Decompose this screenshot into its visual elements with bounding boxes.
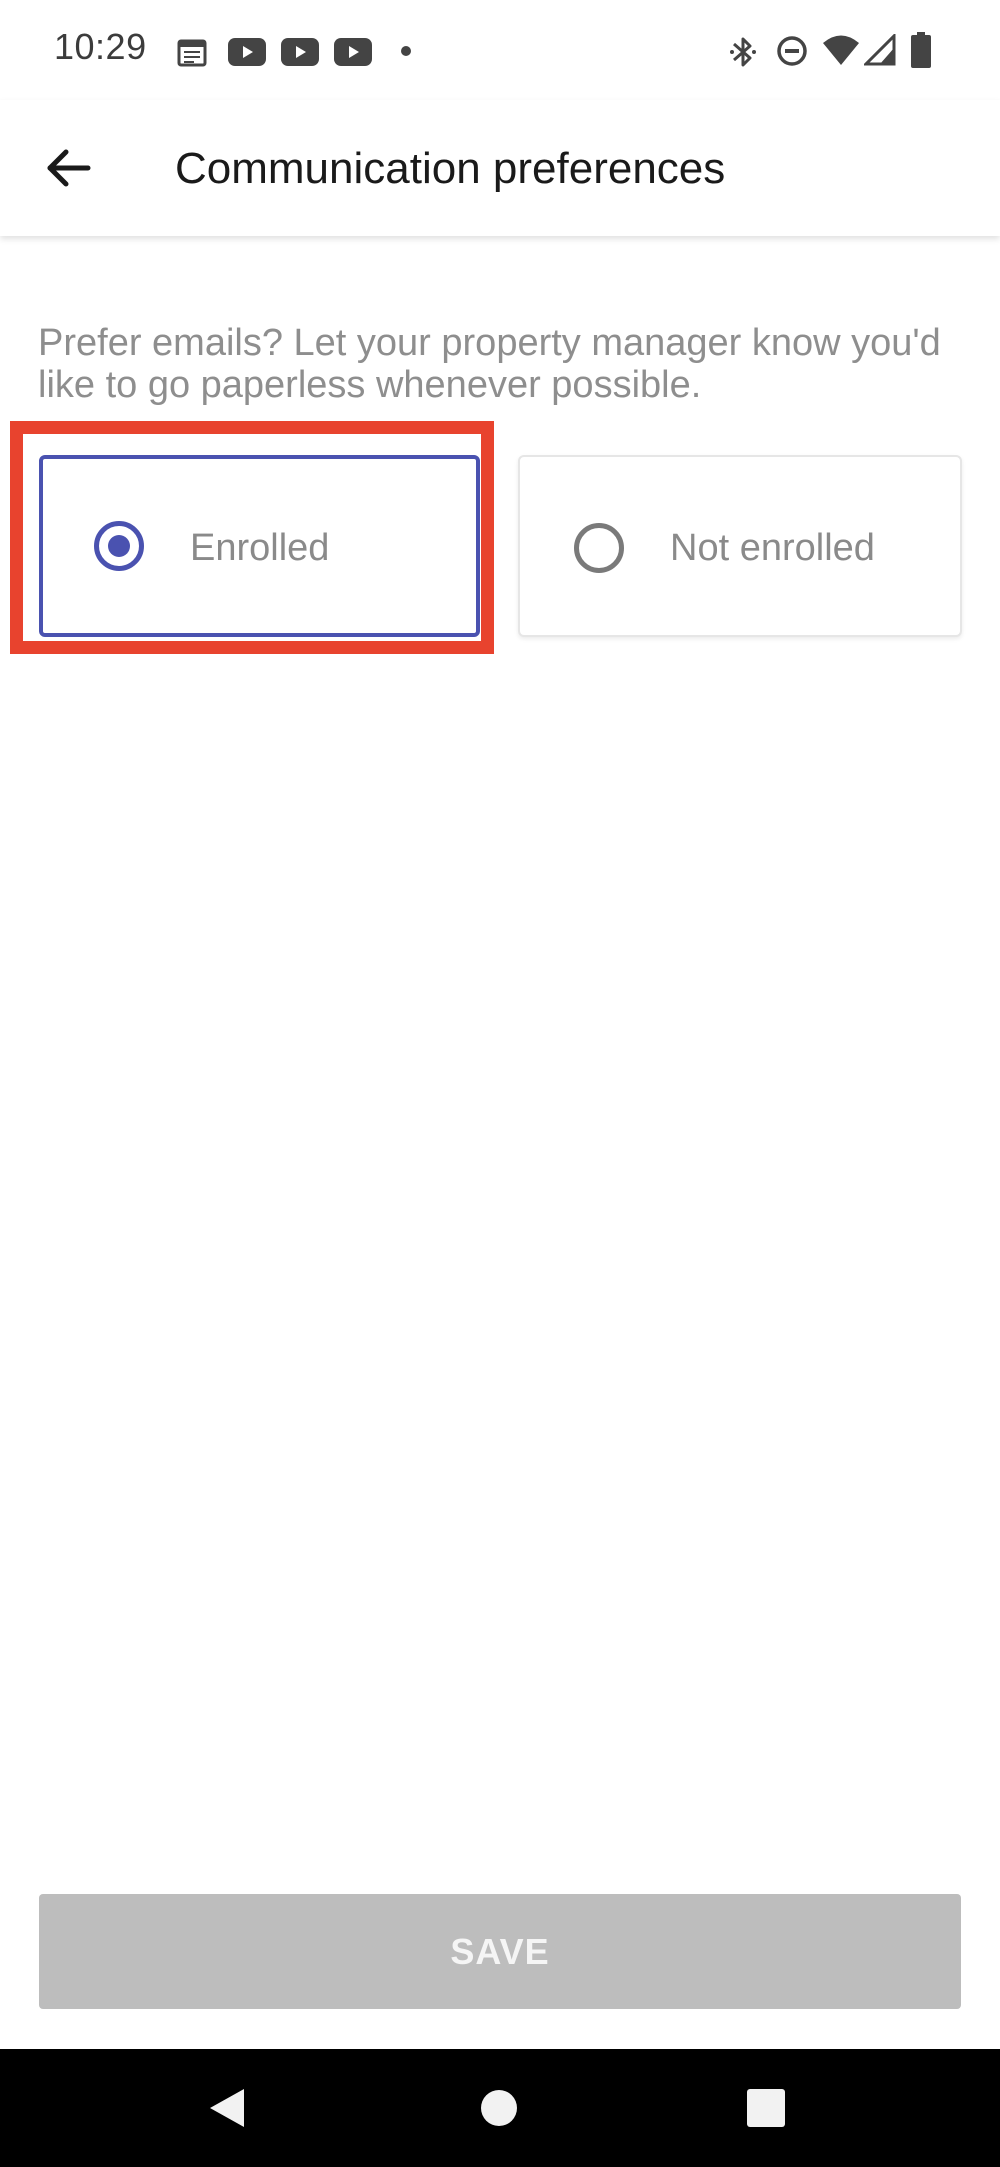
signal-icon xyxy=(864,34,896,66)
radio-selected-icon[interactable] xyxy=(94,521,144,571)
recents-square-icon[interactable] xyxy=(747,2089,785,2127)
status-time: 10:29 xyxy=(54,26,147,67)
radio-unselected-icon[interactable] xyxy=(574,523,624,573)
description-text: Prefer emails? Let your property manager… xyxy=(38,322,941,406)
wifi-icon xyxy=(823,35,859,65)
page-title: Communication preferences xyxy=(175,144,726,193)
youtube-icon xyxy=(228,38,266,66)
save-button[interactable]: SAVE xyxy=(39,1894,961,2009)
youtube-icon xyxy=(281,38,319,66)
option-label: Not enrolled xyxy=(670,527,875,569)
option-not-enrolled[interactable]: Not enrolled xyxy=(518,455,962,637)
do-not-disturb-icon xyxy=(777,36,807,66)
option-label: Enrolled xyxy=(190,527,330,569)
back-triangle-icon[interactable] xyxy=(206,2087,248,2129)
youtube-icon xyxy=(334,38,372,66)
back-button[interactable] xyxy=(30,130,106,206)
bluetooth-icon xyxy=(730,37,756,67)
option-enrolled[interactable]: Enrolled xyxy=(39,455,480,637)
dot-icon xyxy=(401,46,411,56)
calendar-icon xyxy=(177,39,207,67)
system-nav-bar xyxy=(0,2049,1000,2167)
app-bar: Communication preferences xyxy=(0,100,1000,236)
home-circle-icon[interactable] xyxy=(480,2089,518,2127)
battery-icon xyxy=(911,32,931,68)
status-bar: 10:29 xyxy=(0,0,1000,100)
arrow-left-icon xyxy=(47,149,91,187)
